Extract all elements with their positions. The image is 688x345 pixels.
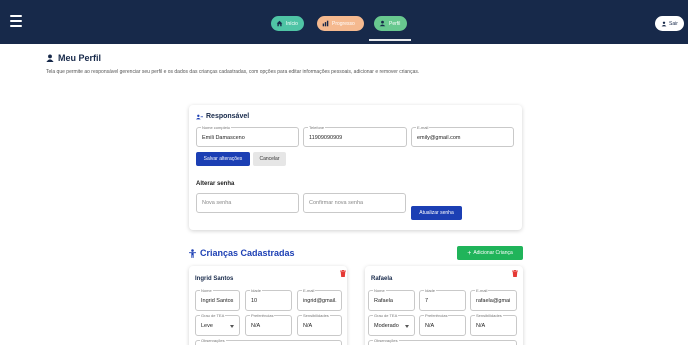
menu-icon[interactable] [10,15,22,28]
responsavel-title-text: Responsável [206,113,250,120]
field-value: ingrid@gmail. [303,298,337,304]
crianca-nome-field[interactable]: Nome Rafaela [368,288,415,311]
field-label: Grau de TEA [200,313,226,318]
email-field[interactable]: E-mail emily@gmail.com [411,125,514,147]
field-value: Ingrid Santos [201,298,234,304]
chevron-down-icon [230,325,234,328]
logout-label: Sair [669,20,678,27]
field-label: Nome completo [201,125,232,130]
page-title-text: Meu Perfil [58,53,102,63]
field-label: Idade [424,288,437,293]
field-value: 11909090909 [309,135,343,141]
crianca-name: Rafaela [371,276,393,282]
telefone-field[interactable]: Telefone 11909090909 [303,125,407,147]
page-description: Tela que permite ao responsável gerencia… [46,69,420,75]
field-label: Sensibilidades [475,313,503,318]
nav-label-inicio: Início [286,20,298,27]
field-label: Nome [200,288,213,293]
page-title: Meu Perfil [46,53,101,63]
home-icon [276,20,283,27]
crianca-preferencias-field[interactable]: Preferências N/A [245,313,292,336]
crianca-nome-field[interactable]: Nome Ingrid Santos [195,288,240,311]
crianca-sensibilidades-field[interactable]: Sensibilidades N/A [470,313,517,336]
trash-icon[interactable] [340,270,346,277]
field-label: Observações [373,338,399,343]
field-value: rafaela@gmai [476,298,511,304]
criancas-title-text: Crianças Cadastradas [200,248,295,258]
crianca-observacoes-field[interactable]: Observações [195,338,342,345]
crianca-grau-select[interactable]: Grau de TEA Leve [195,313,240,336]
field-value: emily@gmail.com [417,135,461,141]
top-navbar: Início Progresso Perfil Sair [0,0,688,44]
atualizar-senha-button[interactable]: Atualizar senha [411,206,462,220]
field-label: E-mail [302,288,316,293]
field-label: E-mail [416,125,430,130]
field-label: Preferências [424,313,449,318]
cancelar-button[interactable]: Cancelar [253,152,286,166]
field-label: Sensibilidades [302,313,330,318]
crianca-card: Rafaela Nome Rafaela Idade 7 E-mail rafa… [365,266,523,345]
user-icon [661,21,667,26]
field-label: Idade [250,288,263,293]
salvar-alteracoes-button[interactable]: Salvar alterações [196,152,250,166]
crianca-email-field[interactable]: E-mail rafaela@gmai [470,288,517,311]
field-value: N/A [476,323,486,329]
crianca-idade-field[interactable]: Idade 10 [245,288,292,311]
nav-item-progresso[interactable]: Progresso [317,16,364,31]
crianca-sensibilidades-field[interactable]: Sensibilidades N/A [297,313,342,336]
field-label: Telefone [308,125,326,130]
chart-icon [322,20,329,27]
field-label: Grau de TEA [373,313,399,318]
user-icon [46,54,54,62]
trash-icon[interactable] [512,270,518,277]
field-value: N/A [251,323,261,329]
responsavel-title: Responsável [196,113,249,120]
plus-icon: + [467,249,472,257]
responsavel-card: Responsável Nome completo Emili Damascen… [189,105,522,230]
crianca-preferencias-field[interactable]: Preferências N/A [419,313,466,336]
nova-senha-input[interactable]: Nova senha [196,193,299,213]
field-label: Observações [200,338,226,343]
confirmar-senha-input[interactable]: Confirmar nova senha [303,193,406,213]
field-value: Rafaela [374,298,393,304]
adicionar-crianca-label: Adicionar Criança [473,250,513,256]
alterar-senha-title: Alterar senha [196,181,235,187]
crianca-name: Ingrid Santos [195,276,234,282]
crianca-observacoes-field[interactable]: Observações [368,338,517,345]
field-value: Emili Damasceno [202,135,245,141]
crianca-email-field[interactable]: E-mail ingrid@gmail. [297,288,342,311]
active-tab-indicator [369,39,411,41]
crianca-card: Ingrid Santos Nome Ingrid Santos Idade 1… [189,266,347,345]
field-label: E-mail [475,288,489,293]
field-value: 7 [425,298,429,304]
nav-label-progresso: Progresso [332,20,355,27]
field-value: N/A [303,323,313,329]
child-icon [189,248,196,258]
chevron-down-icon [405,325,409,328]
field-label: Nome [373,288,386,293]
user-group-icon [196,114,203,119]
user-icon [379,20,386,27]
field-label: Preferências [250,313,275,318]
nav-item-perfil[interactable]: Perfil [374,16,407,31]
nav-label-perfil: Perfil [389,20,401,27]
adicionar-crianca-button[interactable]: + Adicionar Criança [457,246,523,260]
field-value: N/A [425,323,435,329]
criancas-title: Crianças Cadastradas [189,248,295,258]
logout-button[interactable]: Sair [655,16,684,31]
nome-completo-field[interactable]: Nome completo Emili Damasceno [196,125,299,147]
nav-item-inicio[interactable]: Início [271,16,304,31]
crianca-grau-select[interactable]: Grau de TEA Moderado [368,313,415,336]
field-value: 10 [251,298,258,304]
crianca-idade-field[interactable]: Idade 7 [419,288,466,311]
